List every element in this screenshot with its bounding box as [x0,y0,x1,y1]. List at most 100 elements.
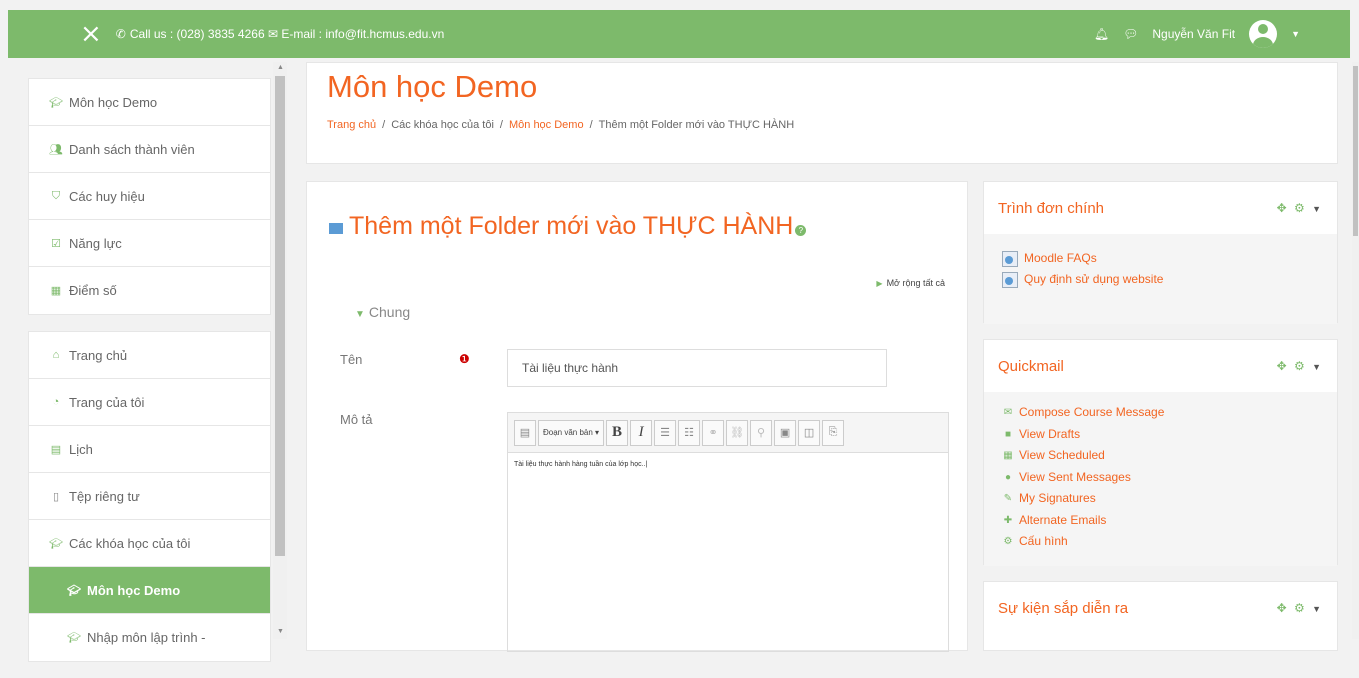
block-title: Sự kiện sắp diễn ra [998,599,1129,617]
link-icon[interactable]: ⚭ [702,419,725,446]
help-icon[interactable]: ? [795,225,807,236]
link-label: Alternate Emails [1019,512,1107,527]
sidebar-item-course[interactable]: 🎓︎ Môn học Demo [29,79,270,126]
view-sent-link[interactable]: ● View Sent Messages [1002,467,1323,489]
sidebar-site-nav: ⌂ Trang chủ ◔ Trang của tôi ▤ Lịch ▯ Tệp riê… [28,331,271,662]
bold-icon[interactable]: B [606,419,629,446]
sidebar-scrollbar[interactable]: ▲ ▼ [273,62,287,639]
scrollbar-thumb[interactable] [275,76,285,556]
sidebar-item-badges[interactable]: ⛉ Các huy hiệu [29,173,270,220]
block-quickmail: Quickmail ✥ ⚙ ▼ ✉ Compose Course Message ■… [983,339,1338,566]
italic-icon[interactable]: I [630,419,653,446]
scroll-down-icon[interactable]: ▼ [277,628,284,635]
user-name[interactable]: Nguyễn Văn Fit [1152,27,1235,41]
block-controls[interactable]: ✥ ⚙ ▼ [1277,359,1323,373]
folder-icon [329,223,343,234]
add-folder-form: Thêm một Folder mới vào THỰC HÀNH ? ▶ Mở … [306,181,968,652]
name-input[interactable]: Tài liệu thực hành [507,349,887,387]
sidebar-item-label: Điểm số [69,283,117,298]
required-icon: ❶ [459,352,470,366]
unlink-icon[interactable]: ⛓ [726,419,749,446]
sidebar-item-calendar[interactable]: ▤ Lịch [29,426,270,473]
link-label: View Scheduled [1019,448,1105,462]
sidebar-item-course-active[interactable]: 🎓︎ Môn học Demo [29,567,270,614]
breadcrumb-home[interactable]: Trang chủ [327,119,376,131]
bell-icon[interactable]: 🔔︎ [1094,27,1109,41]
home-icon: ⌂ [52,349,60,361]
description-editor[interactable]: ▤ Đoạn văn bản ▾ B I ☰ ☷ ⚭ ⛓ ⚲ ▣ ◫ ⎘ Tài… [507,412,949,652]
section-label: Chung [368,304,411,320]
sidebar-item-dashboard[interactable]: ◔ Trang của tôi [29,379,270,426]
close-icon[interactable]: × [80,21,102,47]
section-general[interactable]: ▼ Chung [355,304,410,320]
caret-down-icon[interactable]: ▼ [1291,29,1300,39]
page-scrollbar[interactable] [1352,62,1359,639]
alternate-emails-link[interactable]: ✚ Alternate Emails [1002,510,1323,532]
chat-icon[interactable]: 💬︎ [1123,27,1138,41]
sidebar-item-label: Năng lực [69,235,122,251]
link-label: Moodle FAQs [1024,251,1097,265]
sidebar-item-participants[interactable]: 👥︎ Danh sách thành viên [29,126,270,173]
envelope-icon: ✉ [1003,407,1013,418]
graduation-cap-icon: 🎓︎ [49,537,63,550]
manage-files-icon[interactable]: ⎘ [822,419,845,446]
sidebar-item-label: Nhập môn lập trình - [87,630,206,645]
config-link[interactable]: ⚙ Cấu hình [1002,531,1323,553]
paragraph-style-select[interactable]: Đoạn văn bản ▾ [538,419,605,446]
view-scheduled-link[interactable]: ▦ View Scheduled [1002,445,1323,467]
page-scrollbar-thumb[interactable] [1353,66,1358,236]
sidebar-item-label: Môn học Demo [69,94,158,110]
sidebar-item-my-courses[interactable]: 🎓︎ Các khóa học của tôi [29,520,270,567]
breadcrumb-course[interactable]: Môn học Demo [509,119,584,131]
image-icon[interactable]: ▣ [774,419,797,446]
compose-message-link[interactable]: ✉ Compose Course Message [1002,402,1323,424]
sidebar-item-intro-programming[interactable]: 🎓︎ Nhập môn lập trình - [29,614,270,661]
block-controls[interactable]: ✥ ⚙ ▼ [1277,201,1323,215]
media-icon[interactable]: ◫ [798,419,821,446]
page-icon [1002,271,1018,288]
users-icon: 👥︎ [49,143,63,156]
plus-icon: ✚ [1003,514,1013,526]
sidebar: 🎓︎ Môn học Demo 👥︎ Danh sách thành viên ⛉ C… [28,78,271,678]
graduation-cap-icon: 🎓︎ [67,584,81,597]
sidebar-item-private-files[interactable]: ▯ Tệp riêng tư [29,473,270,520]
pencil-icon: ✎ [1003,493,1013,504]
ordered-list-icon[interactable]: ☷ [678,419,701,446]
form-title-text: Thêm một Folder mới vào THỰC HÀNH [349,212,794,240]
sidebar-item-label: Lịch [69,441,93,457]
sidebar-item-competencies[interactable]: ☑ Năng lực [29,220,270,267]
expand-all-link[interactable]: ▶ Mở rộng tất cả [876,278,945,288]
unordered-list-icon[interactable]: ☰ [654,419,677,446]
avatar[interactable] [1249,20,1278,48]
sidebar-item-home[interactable]: ⌂ Trang chủ [29,332,270,379]
sidebar-item-grades[interactable]: ▦ Điểm số [29,267,270,314]
scroll-up-icon[interactable]: ▲ [277,64,284,71]
sidebar-item-label: Môn học Demo [87,582,181,598]
toolbar-toggle-icon[interactable]: ▤ [514,419,536,446]
sidebar-item-label: Các huy hiệu [69,188,145,204]
block-title: Trình đơn chính [998,199,1105,217]
editor-content[interactable]: Tài liệu thực hành hàng tuần của lớp học… [508,453,948,476]
name-label: Tên [340,352,363,367]
my-signatures-link[interactable]: ✎ My Signatures [1002,488,1323,510]
moodle-faqs-link[interactable]: Moodle FAQs [1002,248,1323,269]
breadcrumb-my-courses[interactable]: Các khóa học của tôi [391,119,494,131]
page-icon [1002,250,1018,267]
block-header: Quickmail ✥ ⚙ ▼ [984,340,1337,392]
contact-info: ✆ Call us : (028) 3835 4266 ✉ E-mail : i… [116,27,444,41]
link-label: Quy định sử dụng website [1024,272,1164,286]
view-drafts-link[interactable]: ■ View Drafts [1002,424,1323,446]
link-label: Compose Course Message [1019,405,1165,419]
block-controls[interactable]: ✥ ⚙ ▼ [1277,601,1323,615]
block-upcoming-events: Sự kiện sắp diễn ra ✥ ⚙ ▼ [983,581,1338,651]
file-icon: ▯ [52,490,60,503]
breadcrumb: Trang chủ / Các khóa học của tôi / Môn học D… [327,119,795,131]
sidebar-item-label: Danh sách thành viên [69,141,195,157]
shield-icon: ⛉ [51,189,61,202]
anchor-icon[interactable]: ⚲ [750,419,773,446]
website-rules-link[interactable]: Quy định sử dụng website [1002,269,1323,290]
gear-icon: ⚙ [1003,536,1013,547]
table-icon: ▦ [50,285,62,297]
link-label: My Signatures [1019,491,1096,505]
block-content: ✉ Compose Course Message ■ View Drafts ▦ Vi… [984,392,1337,566]
